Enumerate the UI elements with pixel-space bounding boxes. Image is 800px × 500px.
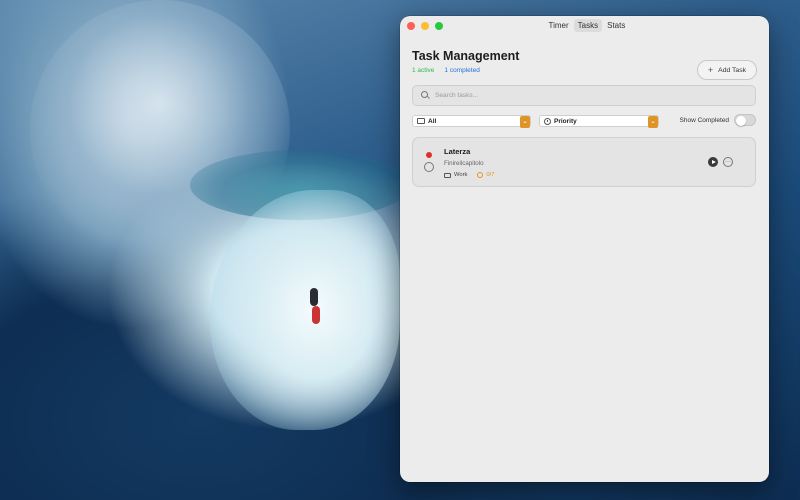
title-bar: Timer Tasks Stats [400, 16, 769, 36]
exclamation-circle-icon [544, 117, 551, 125]
timer-icon [477, 172, 484, 178]
task-category: Work [454, 172, 468, 178]
task-description: Finireilcapitolo [444, 160, 484, 167]
show-completed-control: Show Completed [679, 114, 756, 126]
surfer [306, 288, 322, 324]
add-task-button[interactable]: + Add Task [696, 60, 757, 80]
complete-task-checkbox[interactable] [424, 162, 434, 172]
plus-icon: + [707, 64, 714, 75]
folder-icon [444, 172, 451, 178]
task-row[interactable]: Laterza Finireilcapitolo Work 0/7 ··· [412, 137, 756, 187]
minimize-window-button[interactable] [421, 22, 429, 30]
priority-filter-select[interactable]: Priority ⌄ [539, 115, 659, 128]
task-meta: Work 0/7 [444, 172, 494, 178]
ellipsis-icon: ··· [725, 158, 731, 165]
more-options-button[interactable]: ··· [723, 156, 733, 167]
add-task-label: Add Task [718, 66, 746, 74]
task-counts: 1 active 1 completed [412, 67, 480, 74]
filter-bar: All ⌄ Priority ⌄ Show Completed [412, 114, 756, 129]
chevron-up-down-icon: ⌄ [648, 115, 658, 128]
zoom-window-button[interactable] [435, 22, 443, 30]
active-count: 1 active [412, 67, 435, 74]
start-timer-button[interactable] [708, 157, 718, 167]
folder-icon [417, 118, 425, 124]
search-icon [421, 91, 430, 100]
close-window-button[interactable] [407, 22, 415, 30]
tab-timer[interactable]: Timer [545, 19, 573, 32]
search-input[interactable] [433, 91, 737, 100]
chevron-up-down-icon: ⌄ [520, 115, 530, 128]
show-completed-label: Show Completed [679, 116, 730, 124]
category-filter-select[interactable]: All ⌄ [412, 115, 531, 128]
task-pomodoro-count: 0/7 [486, 172, 495, 178]
priority-filter-value: Priority [554, 117, 577, 125]
tab-stats[interactable]: Stats [603, 19, 629, 32]
app-window: Timer Tasks Stats Task Management 1 acti… [400, 16, 769, 482]
page-title: Task Management [412, 49, 520, 63]
completed-count: 1 completed [444, 67, 480, 74]
tab-tasks[interactable]: Tasks [573, 19, 603, 32]
view-tab-selector: Timer Tasks Stats [544, 19, 630, 32]
category-filter-value: All [428, 117, 437, 125]
toggle-knob [736, 115, 746, 126]
window-controls [407, 22, 443, 30]
task-title: Laterza [444, 147, 471, 156]
search-field[interactable] [412, 85, 756, 106]
show-completed-toggle[interactable] [734, 114, 756, 126]
priority-indicator [426, 152, 432, 158]
